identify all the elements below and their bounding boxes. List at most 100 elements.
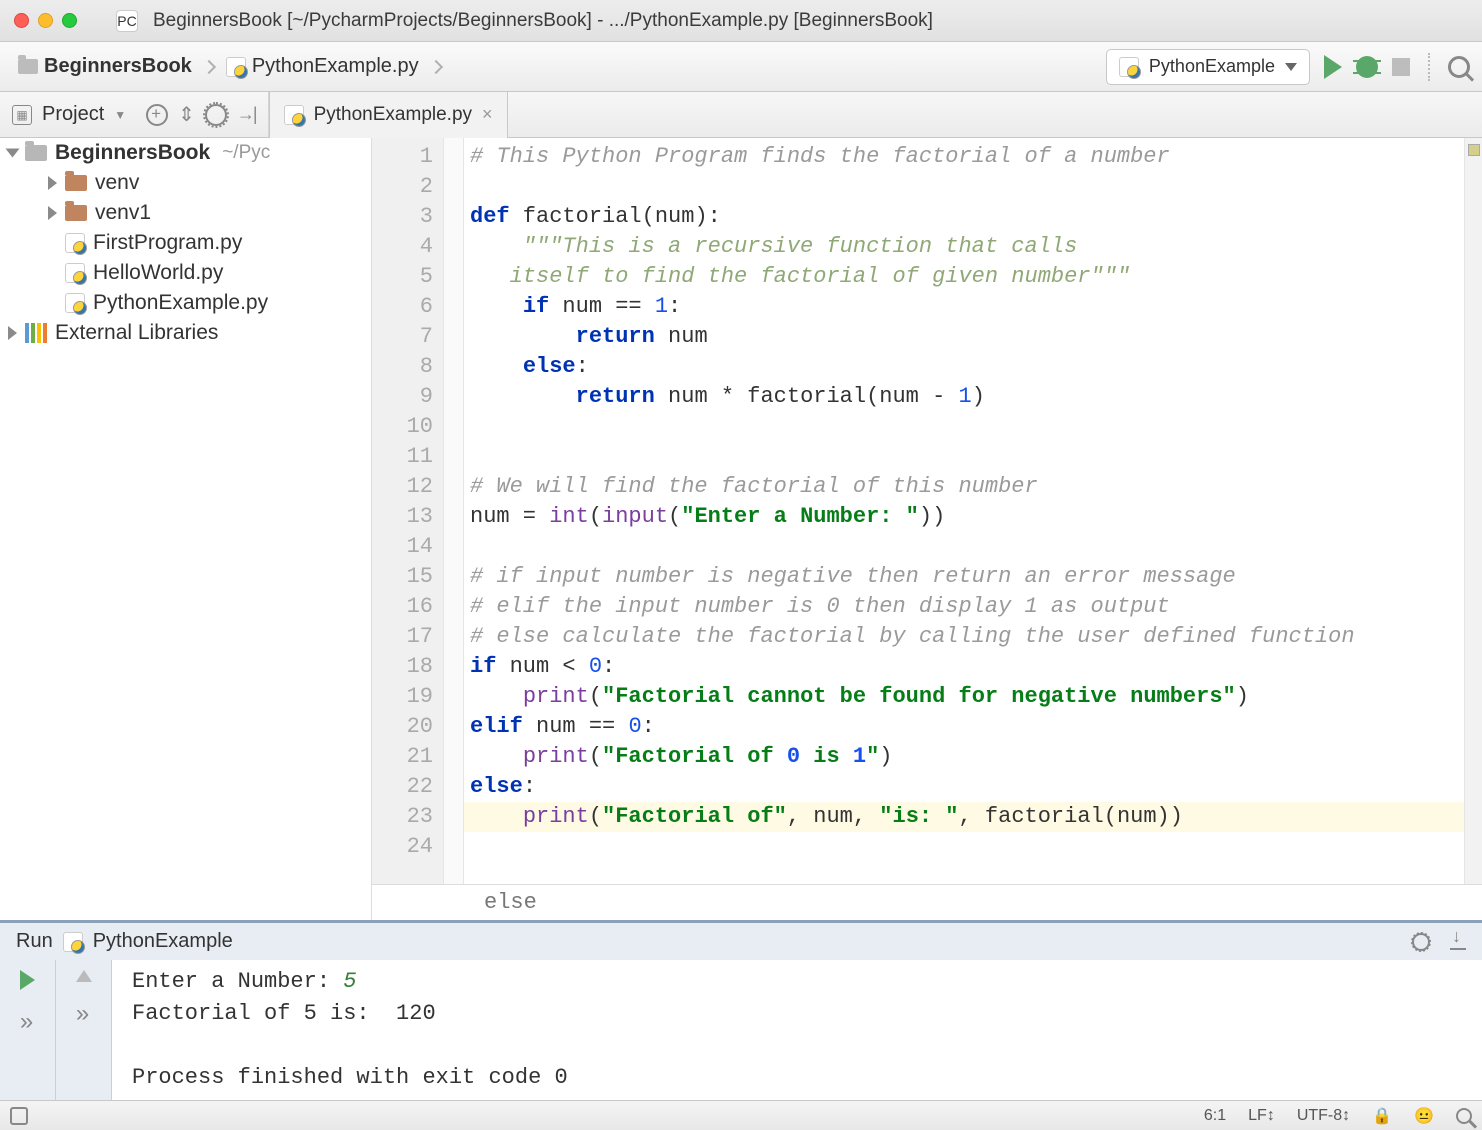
more-actions-icon[interactable]: » <box>76 1000 91 1028</box>
scroll-up-icon[interactable] <box>76 970 92 982</box>
code-line[interactable]: print("Factorial of 0 is 1") <box>470 742 1458 772</box>
code-line[interactable]: # elif the input number is 0 then displa… <box>470 592 1458 622</box>
line-number[interactable]: 4 <box>372 232 433 262</box>
line-number[interactable]: 13 <box>372 502 433 532</box>
line-number[interactable]: 16 <box>372 592 433 622</box>
gutter-fold-marks[interactable] <box>444 138 464 884</box>
code-line[interactable] <box>470 532 1458 562</box>
tool-window-quick-access-icon[interactable] <box>10 1107 28 1125</box>
hide-panel-icon[interactable]: →| <box>237 104 256 125</box>
code-line[interactable]: elif num == 0: <box>470 712 1458 742</box>
code-line[interactable] <box>470 832 1458 862</box>
stop-button[interactable] <box>1392 58 1410 76</box>
code-line[interactable]: return num * factorial(num - 1) <box>470 382 1458 412</box>
line-number-gutter[interactable]: 123456789101112131415161718192021222324 <box>372 138 444 884</box>
tree-item[interactable]: BeginnersBook~/Pyc <box>0 138 371 168</box>
file-encoding[interactable]: UTF-8 <box>1297 1107 1350 1125</box>
run-config-dropdown[interactable]: PythonExample <box>1106 49 1310 85</box>
tree-arrow-icon[interactable] <box>8 326 17 340</box>
main-area: BeginnersBook~/Pycvenvvenv1FirstProgram.… <box>0 138 1482 920</box>
line-number[interactable]: 12 <box>372 472 433 502</box>
line-number[interactable]: 11 <box>372 442 433 472</box>
inspection-icon[interactable]: 😐 <box>1414 1106 1434 1126</box>
line-number[interactable]: 10 <box>372 412 433 442</box>
line-number[interactable]: 23 <box>372 802 433 832</box>
code-line[interactable] <box>470 442 1458 472</box>
code-line[interactable]: """This is a recursive function that cal… <box>470 232 1458 262</box>
tree-arrow-icon[interactable] <box>48 176 57 190</box>
debug-button[interactable] <box>1356 56 1378 78</box>
code-line[interactable]: def factorial(num): <box>470 202 1458 232</box>
code-crumb-bar[interactable]: else <box>372 884 1482 920</box>
code-line[interactable]: print("Factorial of", num, "is: ", facto… <box>470 802 1458 832</box>
code-line[interactable]: else: <box>470 352 1458 382</box>
line-number[interactable]: 6 <box>372 292 433 322</box>
code-line[interactable]: if num < 0: <box>470 652 1458 682</box>
line-number[interactable]: 24 <box>372 832 433 862</box>
code-line[interactable]: # We will find the factorial of this num… <box>470 472 1458 502</box>
line-number[interactable]: 1 <box>372 142 433 172</box>
code-line[interactable]: num = int(input("Enter a Number: ")) <box>470 502 1458 532</box>
gear-icon[interactable] <box>205 104 227 126</box>
line-number[interactable]: 14 <box>372 532 433 562</box>
search-icon[interactable] <box>1448 56 1470 78</box>
tree-item[interactable]: venv <box>0 168 371 198</box>
tree-item[interactable]: venv1 <box>0 198 371 228</box>
editor-tab[interactable]: PythonExample.py × <box>269 92 508 138</box>
tree-arrow-icon[interactable] <box>48 206 57 220</box>
search-icon[interactable] <box>1456 1108 1472 1124</box>
run-console[interactable]: Enter a Number: 5 Factorial of 5 is: 120… <box>112 960 1482 1100</box>
more-actions-icon[interactable]: » <box>20 1008 35 1036</box>
line-number[interactable]: 7 <box>372 322 433 352</box>
code-line[interactable]: # This Python Program finds the factoria… <box>470 142 1458 172</box>
line-number[interactable]: 9 <box>372 382 433 412</box>
code-line[interactable] <box>470 412 1458 442</box>
line-number[interactable]: 17 <box>372 622 433 652</box>
tree-item[interactable]: PythonExample.py <box>0 288 371 318</box>
code-line[interactable]: print("Factorial cannot be found for neg… <box>470 682 1458 712</box>
folder-icon <box>18 59 38 74</box>
code-line[interactable]: # else calculate the factorial by callin… <box>470 622 1458 652</box>
line-number[interactable]: 20 <box>372 712 433 742</box>
collapse-all-icon[interactable]: ⇕ <box>178 102 195 127</box>
breadcrumb-file[interactable]: PythonExample.py <box>220 55 425 78</box>
download-icon[interactable] <box>1450 934 1466 950</box>
line-number[interactable]: 3 <box>372 202 433 232</box>
line-number[interactable]: 8 <box>372 352 433 382</box>
close-tab-icon[interactable]: × <box>482 104 493 125</box>
tree-arrow-icon[interactable] <box>6 149 20 158</box>
project-tree[interactable]: BeginnersBook~/Pycvenvvenv1FirstProgram.… <box>0 138 372 920</box>
breadcrumb-project[interactable]: BeginnersBook <box>12 55 198 78</box>
code-line[interactable]: itself to find the factorial of given nu… <box>470 262 1458 292</box>
code-line[interactable]: else: <box>470 772 1458 802</box>
line-separator[interactable]: LF <box>1248 1107 1275 1125</box>
window-close-button[interactable] <box>14 13 29 28</box>
code-area[interactable]: # This Python Program finds the factoria… <box>464 138 1464 884</box>
code-line[interactable]: if num == 1: <box>470 292 1458 322</box>
line-number[interactable]: 18 <box>372 652 433 682</box>
tree-item[interactable]: External Libraries <box>0 318 371 348</box>
rerun-button[interactable] <box>20 970 35 990</box>
line-number[interactable]: 15 <box>372 562 433 592</box>
line-number[interactable]: 19 <box>372 682 433 712</box>
code-line[interactable]: # if input number is negative then retur… <box>470 562 1458 592</box>
lock-icon[interactable]: 🔒 <box>1372 1106 1392 1126</box>
code-line[interactable]: return num <box>470 322 1458 352</box>
code-editor[interactable]: 123456789101112131415161718192021222324 … <box>372 138 1482 920</box>
line-number[interactable]: 2 <box>372 172 433 202</box>
window-maximize-button[interactable] <box>62 13 77 28</box>
external-libraries-icon <box>25 323 47 343</box>
cursor-position[interactable]: 6:1 <box>1204 1107 1226 1125</box>
project-label[interactable]: Project <box>42 103 104 126</box>
tree-item[interactable]: HelloWorld.py <box>0 258 371 288</box>
gear-icon[interactable] <box>1412 933 1430 951</box>
editor-marker-bar[interactable] <box>1464 138 1482 884</box>
scroll-from-source-icon[interactable] <box>146 104 168 126</box>
line-number[interactable]: 21 <box>372 742 433 772</box>
code-line[interactable] <box>470 172 1458 202</box>
tree-item[interactable]: FirstProgram.py <box>0 228 371 258</box>
window-minimize-button[interactable] <box>38 13 53 28</box>
run-button[interactable] <box>1324 55 1342 79</box>
line-number[interactable]: 22 <box>372 772 433 802</box>
line-number[interactable]: 5 <box>372 262 433 292</box>
